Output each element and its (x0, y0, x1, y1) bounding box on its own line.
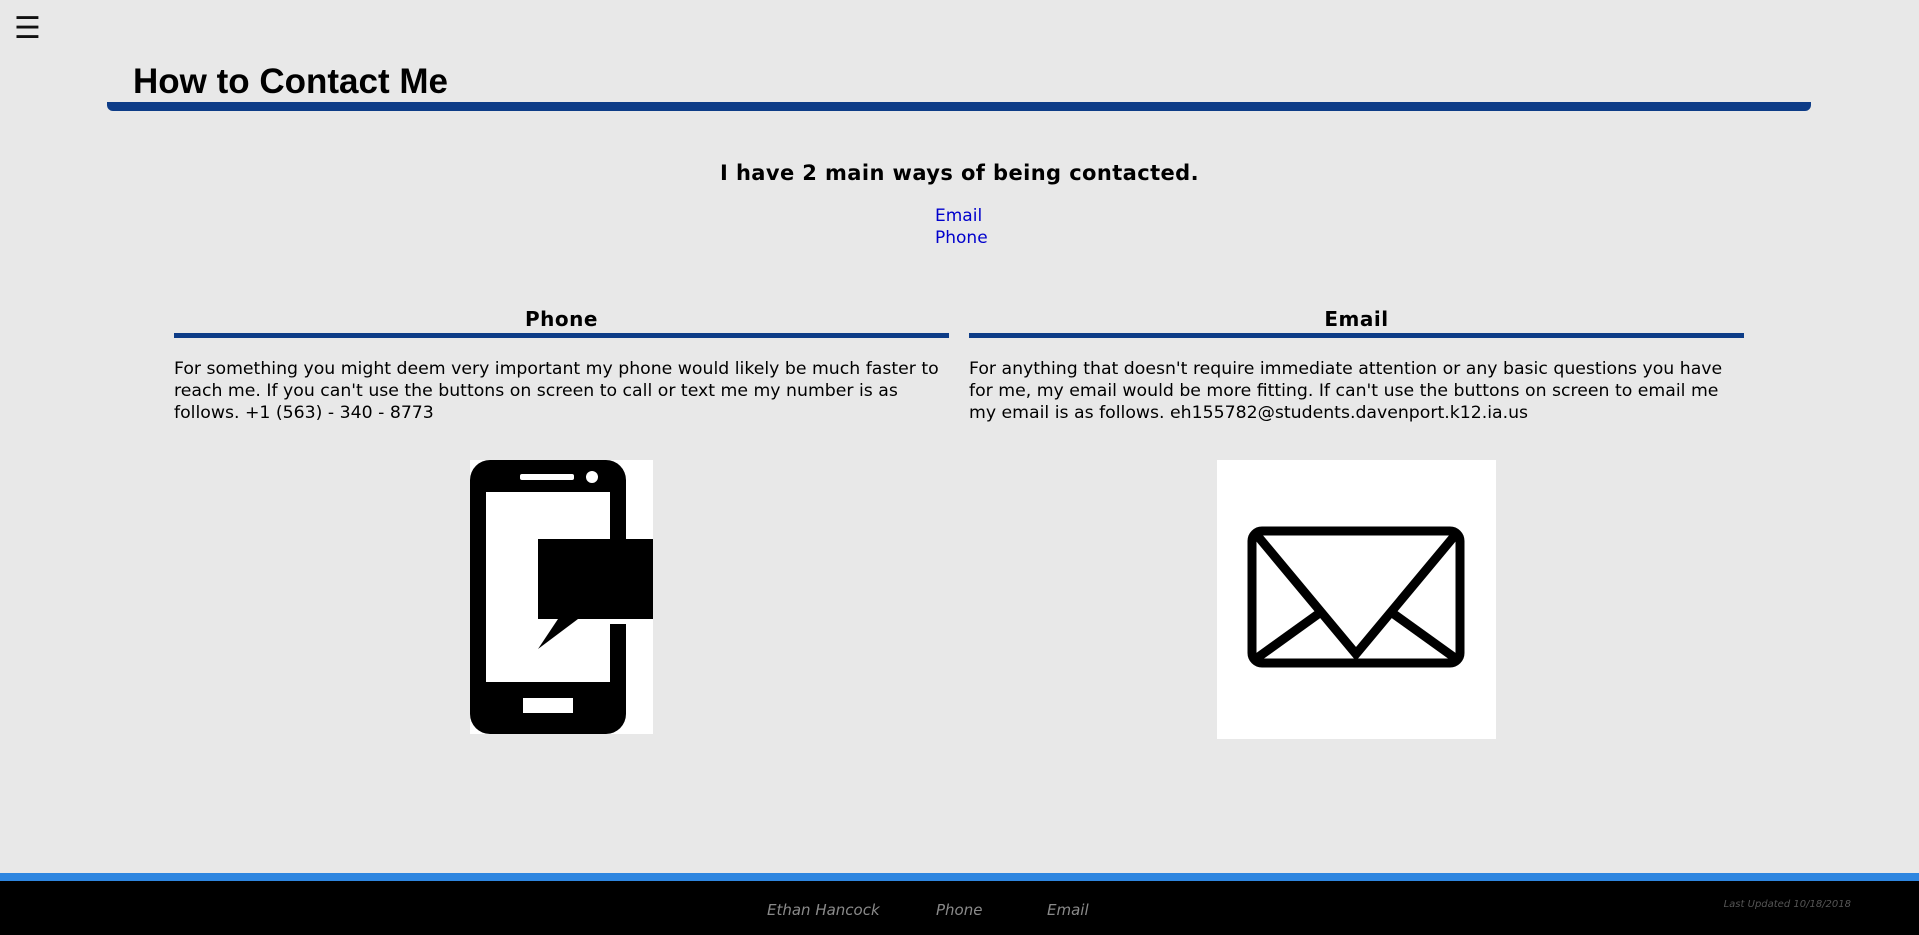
phone-message-icon (470, 460, 653, 734)
email-section: Email For anything that doesn't require … (969, 305, 1744, 424)
footer-phone-link[interactable]: Phone (936, 901, 982, 919)
contact-page: ☰ How to Contact Me I have 2 main ways o… (0, 0, 1919, 935)
phone-section: Phone For something you might deem very … (174, 305, 949, 424)
envelope-icon (1217, 460, 1496, 739)
footer-email-link[interactable]: Email (1047, 901, 1089, 919)
email-link[interactable]: Email (935, 205, 988, 227)
footer-accent-stripe (0, 873, 1919, 881)
footer-name-link[interactable]: Ethan Hancock (767, 901, 880, 919)
phone-section-text: For something you might deem very import… (174, 359, 939, 423)
intro-heading: I have 2 main ways of being contacted. (720, 161, 1199, 185)
email-section-text: For anything that doesn't require immedi… (969, 359, 1723, 423)
page-title: How to Contact Me (133, 62, 448, 101)
hamburger-menu-icon[interactable]: ☰ (14, 14, 41, 44)
phone-link[interactable]: Phone (935, 227, 988, 249)
phone-section-heading: Phone (525, 307, 598, 331)
last-updated-text: Last Updated 10/18/2018 (1723, 899, 1851, 910)
email-section-divider (969, 333, 1744, 338)
email-button[interactable] (1217, 460, 1496, 739)
quick-links: Email Phone (935, 205, 988, 249)
phone-section-divider (174, 333, 949, 338)
footer: Ethan Hancock Phone Email Last Updated 1… (0, 881, 1919, 935)
title-divider (107, 102, 1811, 111)
email-section-heading: Email (1324, 307, 1389, 331)
phone-button[interactable] (470, 460, 653, 734)
